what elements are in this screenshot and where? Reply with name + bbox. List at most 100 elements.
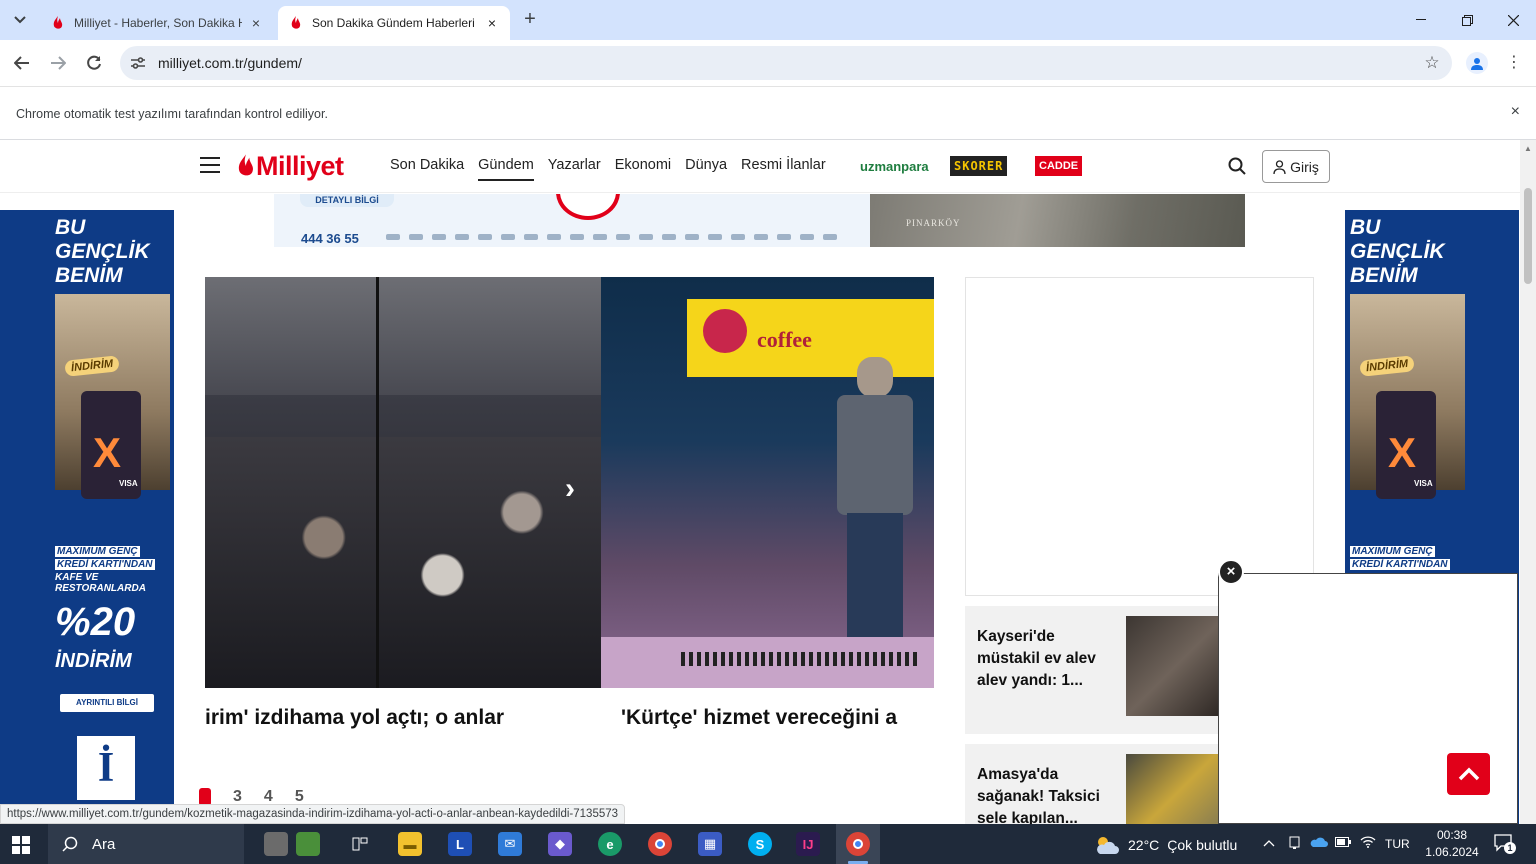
page-viewport: Milliyet Son Dakika Gündem Yazarlar Ekon… [0, 140, 1520, 824]
clock-time: 00:38 [1436, 828, 1468, 842]
news-title[interactable]: Kayseri'de müstakil ev alev alev yandı: … [977, 626, 1117, 692]
tab-milliyet-home[interactable]: Milliyet - Haberler, Son Dakika H × [40, 6, 274, 40]
browser-toolbar: milliyet.com.tr/gundem/ ☆ ⋮ [0, 40, 1536, 86]
site-info-icon[interactable] [120, 56, 156, 70]
windows-start-icon[interactable] [12, 836, 30, 854]
back-icon[interactable] [8, 49, 36, 77]
search-icon [62, 836, 78, 852]
slider-next-arrow-icon[interactable]: › [556, 474, 584, 506]
slide-caption-1[interactable]: irim' izdihama yol açtı; o anlar [205, 706, 504, 730]
onedrive-icon[interactable] [1310, 836, 1328, 851]
url-text[interactable]: milliyet.com.tr/gundem/ [156, 55, 1412, 71]
profile-avatar-icon[interactable] [1466, 52, 1488, 74]
map-icon[interactable] [296, 832, 320, 856]
nav-resmi-ilanlar[interactable]: Resmi İlanlar [741, 157, 826, 181]
bookmark-star-icon[interactable]: ☆ [1412, 53, 1452, 73]
right-ad-slot [965, 277, 1314, 596]
taskbar-search[interactable]: Ara [48, 824, 244, 864]
chrome-icon[interactable] [648, 832, 672, 856]
slide-image-coffee-shop[interactable]: coffee [601, 277, 934, 688]
close-tab-icon[interactable]: × [248, 15, 264, 31]
nav-ekonomi[interactable]: Ekonomi [615, 157, 671, 181]
ad-percent-label: İNDİRİM [55, 650, 132, 672]
taskbar-chrome-active[interactable] [836, 824, 880, 864]
search-icon[interactable] [1228, 157, 1246, 180]
menu-kebab-icon[interactable]: ⋮ [1506, 52, 1522, 74]
skorer-logo[interactable]: SKORER [950, 156, 1008, 176]
forward-icon[interactable] [44, 49, 72, 77]
ad-detail-button[interactable]: AYRINTILI BİLGİ [60, 694, 154, 712]
wifi-icon[interactable] [1360, 836, 1376, 851]
automation-infobar: Chrome otomatik test yazılımı tarafından… [0, 86, 1536, 140]
luggage-icon[interactable] [264, 832, 288, 856]
banner-phone: 444 36 55 [301, 231, 359, 246]
notification-icon[interactable]: 1 [1494, 834, 1516, 854]
flame-icon [238, 154, 254, 176]
logo-text: Milliyet [256, 150, 344, 181]
scroll-to-top-button[interactable] [1447, 753, 1490, 795]
top-banner-ad[interactable]: DETAYLI BİLGİ 444 36 55 PINARKÖY [274, 194, 1245, 247]
scroll-up-icon[interactable]: ▲ [1524, 144, 1532, 153]
ad-promo-text: MAXIMUM GENÇ KREDİ KARTI'NDAN KAFE VE RE… [55, 546, 155, 594]
hamburger-menu-icon[interactable] [200, 157, 220, 178]
slide-caption-2[interactable]: 'Kürtçe' hizmet vereceğini a [621, 706, 897, 730]
restore-icon[interactable] [1444, 0, 1490, 40]
left-skyscraper-ad[interactable]: BU GENÇLİK BENİM İNDİRİM X VISA MAXIMUM G… [0, 210, 174, 824]
weather-widget[interactable]: 22°C Çok bulutlu [1094, 834, 1237, 856]
tray-overflow-icon[interactable] [1263, 836, 1275, 850]
jetbrains-icon[interactable]: IJ [796, 832, 820, 856]
slide-image-store-crowd[interactable] [205, 277, 601, 688]
tab-title: Milliyet - Haberler, Son Dakika H [74, 16, 242, 30]
cloud-sun-icon [1097, 837, 1119, 854]
taskbar-search-placeholder: Ara [92, 835, 116, 853]
new-tab-button[interactable]: + [518, 8, 542, 32]
cadde-logo[interactable]: CADDE [1035, 156, 1083, 176]
address-bar[interactable]: milliyet.com.tr/gundem/ ☆ [120, 46, 1452, 80]
store-icon[interactable]: ▦ [698, 832, 722, 856]
close-ad-icon[interactable]: × [1218, 559, 1244, 585]
news-title[interactable]: Amasya'da sağanak! Taksici sele kapılan.… [977, 764, 1117, 824]
reload-icon[interactable] [80, 49, 108, 77]
news-thumbnail[interactable] [1126, 616, 1226, 716]
tab-gundem[interactable]: Son Dakika Gündem Haberleri - M × [278, 6, 510, 40]
site-header: Milliyet Son Dakika Gündem Yazarlar Ekon… [0, 140, 1520, 193]
device-icon[interactable] [1288, 836, 1302, 853]
milliyet-logo[interactable]: Milliyet [236, 149, 344, 183]
close-window-icon[interactable] [1490, 0, 1536, 40]
scrollbar-thumb[interactable] [1524, 188, 1532, 284]
login-button[interactable]: Giriş [1262, 150, 1330, 183]
tab-search-button[interactable] [8, 8, 32, 32]
banner-red-circle [556, 194, 620, 220]
close-tab-icon[interactable]: × [484, 15, 500, 31]
task-view-icon[interactable] [348, 832, 372, 856]
news-thumbnail[interactable] [1126, 754, 1226, 824]
nav-yazarlar[interactable]: Yazarlar [548, 157, 601, 181]
chevron-up-icon [1458, 767, 1479, 781]
banner-detail-button[interactable]: DETAYLI BİLGİ [300, 194, 394, 207]
banner-right-photo: PINARKÖY [870, 194, 1245, 247]
banner-right-text: PINARKÖY [906, 218, 961, 228]
login-label: Giriş [1290, 158, 1319, 175]
edge-icon[interactable]: e [598, 832, 622, 856]
copilot-icon[interactable]: ◆ [548, 832, 572, 856]
battery-icon[interactable] [1335, 836, 1351, 850]
banner-partner-logos [386, 234, 837, 240]
tab-title: Son Dakika Gündem Haberleri - M [312, 16, 478, 30]
ad-headline: BU GENÇLİK BENİM [1350, 216, 1445, 287]
uzmanpara-logo[interactable]: uzmanpara [860, 156, 929, 176]
nav-dunya[interactable]: Dünya [685, 157, 727, 181]
nav-son-dakika[interactable]: Son Dakika [390, 157, 464, 181]
minimize-icon[interactable] [1398, 0, 1444, 40]
ad-headline: BU GENÇLİK BENİM [55, 216, 150, 287]
banner-left-panel: DETAYLI BİLGİ 444 36 55 [274, 194, 870, 247]
file-explorer-icon[interactable]: ▬ [398, 832, 422, 856]
mail-icon[interactable]: ✉ [498, 832, 522, 856]
taskbar-clock[interactable]: 00:38 1.06.2024 [1424, 827, 1480, 861]
close-infobar-icon[interactable]: × [1511, 103, 1520, 121]
page-scrollbar[interactable]: ▲ [1520, 140, 1536, 824]
nav-gundem[interactable]: Gündem [478, 157, 534, 181]
skype-icon[interactable]: S [748, 832, 772, 856]
language-indicator[interactable]: TUR [1385, 837, 1410, 851]
l-app-icon[interactable]: L [448, 832, 472, 856]
credit-card-image: X VISA [1376, 391, 1436, 499]
